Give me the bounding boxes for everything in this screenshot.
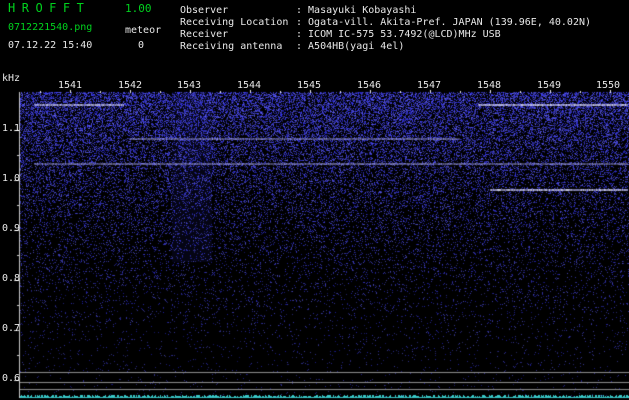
y-tick-label: 1.0	[2, 173, 21, 184]
antenna-value: : A504HB(yagi 4el)	[296, 41, 405, 52]
x-tick-label: 1547	[417, 80, 442, 91]
x-tick-label: 1542	[118, 80, 143, 91]
observer-label: Observer	[180, 5, 229, 16]
y-tick-label: 0.6	[2, 373, 21, 384]
receiver-label: Receiver	[180, 29, 229, 40]
location-label: Receiving Location	[180, 17, 289, 28]
app-version: 1.00	[125, 2, 152, 15]
location-value: : Ogata-vill. Akita-Pref. JAPAN (139.96E…	[296, 17, 592, 28]
x-tick-label: 1550	[596, 80, 621, 91]
meteor-label: meteor	[125, 25, 162, 36]
y-tick-label: 0.8	[2, 273, 21, 284]
receiver-value: : ICOM IC-575 53.7492(@LCD)MHz USB	[296, 29, 501, 40]
app-title: HROFFT	[8, 1, 91, 15]
y-axis-unit-label: kHz	[2, 73, 21, 84]
antenna-label: Receiving antenna	[180, 41, 283, 52]
date-time: 07.12.22 15:40	[8, 40, 93, 51]
y-tick-label: 1.1	[2, 123, 21, 134]
file-name: 0712221540.png	[8, 22, 93, 33]
meteor-count: 0	[138, 40, 145, 51]
x-tick-label: 1545	[297, 80, 322, 91]
x-tick-label: 1541	[58, 80, 83, 91]
spectrogram-canvas	[0, 0, 629, 400]
x-tick-label: 1544	[237, 80, 262, 91]
x-tick-label: 1549	[537, 80, 562, 91]
observer-value: : Masayuki Kobayashi	[296, 5, 417, 16]
x-tick-label: 1543	[177, 80, 202, 91]
y-tick-label: 0.7	[2, 323, 21, 334]
x-tick-label: 1546	[357, 80, 382, 91]
x-tick-label: 1548	[477, 80, 502, 91]
y-tick-label: 0.9	[2, 223, 21, 234]
